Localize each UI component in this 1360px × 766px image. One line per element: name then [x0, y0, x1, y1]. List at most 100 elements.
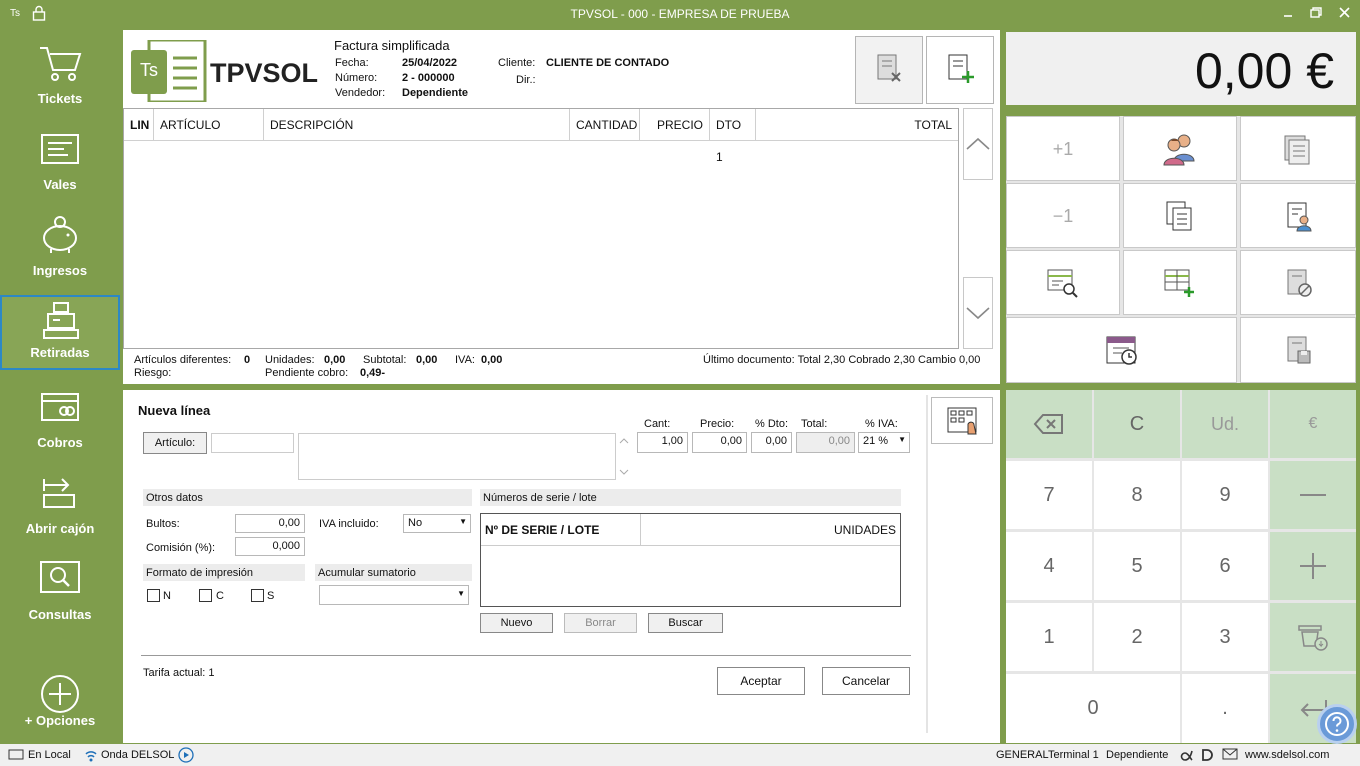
sidebar-item-retiradas[interactable]: Retiradas [0, 295, 120, 370]
key-6[interactable]: 6 [1182, 532, 1268, 600]
documents-button[interactable] [1240, 116, 1356, 181]
backspace-key[interactable] [1006, 390, 1092, 458]
checkbox-n[interactable] [147, 589, 160, 602]
document-customer-button[interactable] [1240, 183, 1356, 248]
articulos-value: 0 [244, 354, 251, 366]
comision-input[interactable]: 0,000 [235, 537, 305, 556]
col-total[interactable]: TOTAL [756, 109, 958, 141]
piggy-bank-icon [0, 202, 120, 254]
precio-input[interactable]: 0,00 [692, 432, 747, 453]
new-line-panel: Nueva línea Artículo: Cant: 1,00 Precio:… [123, 390, 1000, 743]
save-document-button[interactable] [1240, 317, 1356, 383]
void-document-button[interactable] [1240, 250, 1356, 315]
key-8[interactable]: 8 [1094, 461, 1180, 529]
key-3[interactable]: 3 [1182, 603, 1268, 671]
series-lote-section: Números de serie / lote [480, 489, 901, 506]
help-button[interactable] [1317, 704, 1357, 744]
minus-one-button[interactable]: −1 [1006, 183, 1120, 248]
series-lote-table[interactable]: Nº DE SERIE / LOTE UNIDADES [480, 513, 901, 607]
aceptar-button[interactable]: Aceptar [717, 667, 805, 695]
checkbox-c[interactable] [199, 589, 212, 602]
dto-input[interactable]: 0,00 [751, 432, 792, 453]
touch-keyboard-button[interactable] [931, 397, 993, 444]
buscar-button[interactable]: Buscar [648, 613, 723, 633]
chevron-down-icon [966, 307, 990, 320]
sidebar-item-opciones[interactable]: + Opciones [0, 660, 120, 736]
iva-incluido-label: IVA incluido: [319, 518, 379, 530]
sidebar-item-vales[interactable]: Vales [0, 116, 120, 192]
minus-key[interactable] [1270, 461, 1356, 529]
document-panel: Ts TPVSOL Factura simplificada Fecha: 25… [123, 30, 1000, 384]
acumular-sumatorio-select[interactable]: ▼ [319, 585, 469, 605]
col-dto1[interactable]: DTO 1 [710, 109, 756, 164]
iva-incluido-select[interactable]: No ▼ [403, 514, 471, 533]
sidebar-item-ingresos[interactable]: Ingresos [0, 202, 120, 278]
search-icon [0, 546, 120, 598]
general-label: GENERAL [996, 749, 1049, 761]
cliente-value[interactable]: CLIENTE DE CONTADO [546, 57, 669, 69]
add-line-button[interactable] [1123, 250, 1237, 315]
mail-icon[interactable] [1222, 748, 1238, 760]
fecha-value: 25/04/2022 [402, 57, 458, 69]
units-key[interactable]: Ud. [1182, 390, 1268, 458]
iva-select[interactable]: 21 % ▼ [858, 432, 910, 453]
clear-key[interactable]: C [1094, 390, 1180, 458]
plus-key[interactable] [1270, 532, 1356, 600]
key-0[interactable]: 0 [1006, 674, 1180, 743]
website-link[interactable]: www.sdelsol.com [1245, 749, 1329, 761]
col-descripcion[interactable]: DESCRIPCIÓN [264, 109, 570, 141]
col-precio[interactable]: PRECIO [640, 109, 710, 141]
col-serie-lote[interactable]: Nº DE SERIE / LOTE [481, 514, 641, 546]
articulo-description-input[interactable] [298, 433, 616, 480]
col-lin[interactable]: LIN [124, 109, 154, 141]
open-drawer-icon [0, 460, 120, 511]
bultos-input[interactable]: 0,00 [235, 514, 305, 533]
sidebar-item-tickets[interactable]: Tickets [0, 30, 120, 106]
scroll-down-button[interactable] [963, 277, 993, 349]
key-1[interactable]: 1 [1006, 603, 1092, 671]
cant-input[interactable]: 1,00 [637, 432, 688, 453]
cancelar-button[interactable]: Cancelar [822, 667, 910, 695]
description-scrollbar[interactable] [617, 433, 631, 480]
new-document-button[interactable] [926, 36, 994, 104]
nuevo-button[interactable]: Nuevo [480, 613, 553, 633]
subtotal-value: 0,00 [416, 354, 438, 366]
articulo-button[interactable]: Artículo: [143, 432, 207, 454]
copy-document-button[interactable] [1123, 183, 1237, 248]
scale-key[interactable] [1270, 603, 1356, 671]
pendiente-label: Pendiente cobro: [265, 367, 349, 379]
local-status[interactable]: En Local [28, 749, 71, 761]
table-search-icon [1047, 269, 1078, 298]
decimal-key[interactable]: . [1182, 674, 1268, 743]
key-9[interactable]: 9 [1182, 461, 1268, 529]
restore-button[interactable] [1305, 4, 1329, 22]
sidebar-item-cobros[interactable]: Cobros [0, 374, 120, 450]
plus-one-button[interactable]: +1 [1006, 116, 1120, 181]
col-unidades[interactable]: UNIDADES [641, 514, 900, 546]
key-4[interactable]: 4 [1006, 532, 1092, 600]
key-2[interactable]: 2 [1094, 603, 1180, 671]
borrar-button[interactable]: Borrar [564, 613, 637, 633]
search-lines-button[interactable] [1006, 250, 1120, 315]
col-articulo[interactable]: ARTÍCULO [154, 109, 264, 141]
delsol-d-icon[interactable] [1200, 747, 1216, 763]
checkbox-s[interactable] [251, 589, 264, 602]
dto-label: % Dto: [755, 418, 789, 430]
alpha-icon[interactable] [1180, 747, 1196, 763]
lines-table[interactable]: LIN ARTÍCULO DESCRIPCIÓN CANTIDAD PRECIO… [123, 108, 959, 349]
play-icon[interactable] [178, 747, 194, 763]
key-7[interactable]: 7 [1006, 461, 1092, 529]
sidebar-item-consultas[interactable]: Consultas [0, 546, 120, 622]
scroll-up-button[interactable] [963, 108, 993, 180]
col-cantidad[interactable]: CANTIDAD [570, 109, 640, 141]
minimize-button[interactable] [1277, 4, 1301, 22]
customer-button[interactable] [1123, 116, 1237, 181]
close-window-button[interactable] [1333, 4, 1357, 22]
sidebar-item-abrir-cajon[interactable]: Abrir cajón [0, 460, 120, 536]
onda-delsol[interactable]: Onda DELSOL [101, 749, 174, 761]
schedule-button[interactable] [1006, 317, 1237, 383]
delete-document-button[interactable] [855, 36, 923, 104]
key-5[interactable]: 5 [1094, 532, 1180, 600]
articulo-code-input[interactable] [211, 433, 294, 453]
euro-key[interactable]: € [1270, 390, 1356, 458]
